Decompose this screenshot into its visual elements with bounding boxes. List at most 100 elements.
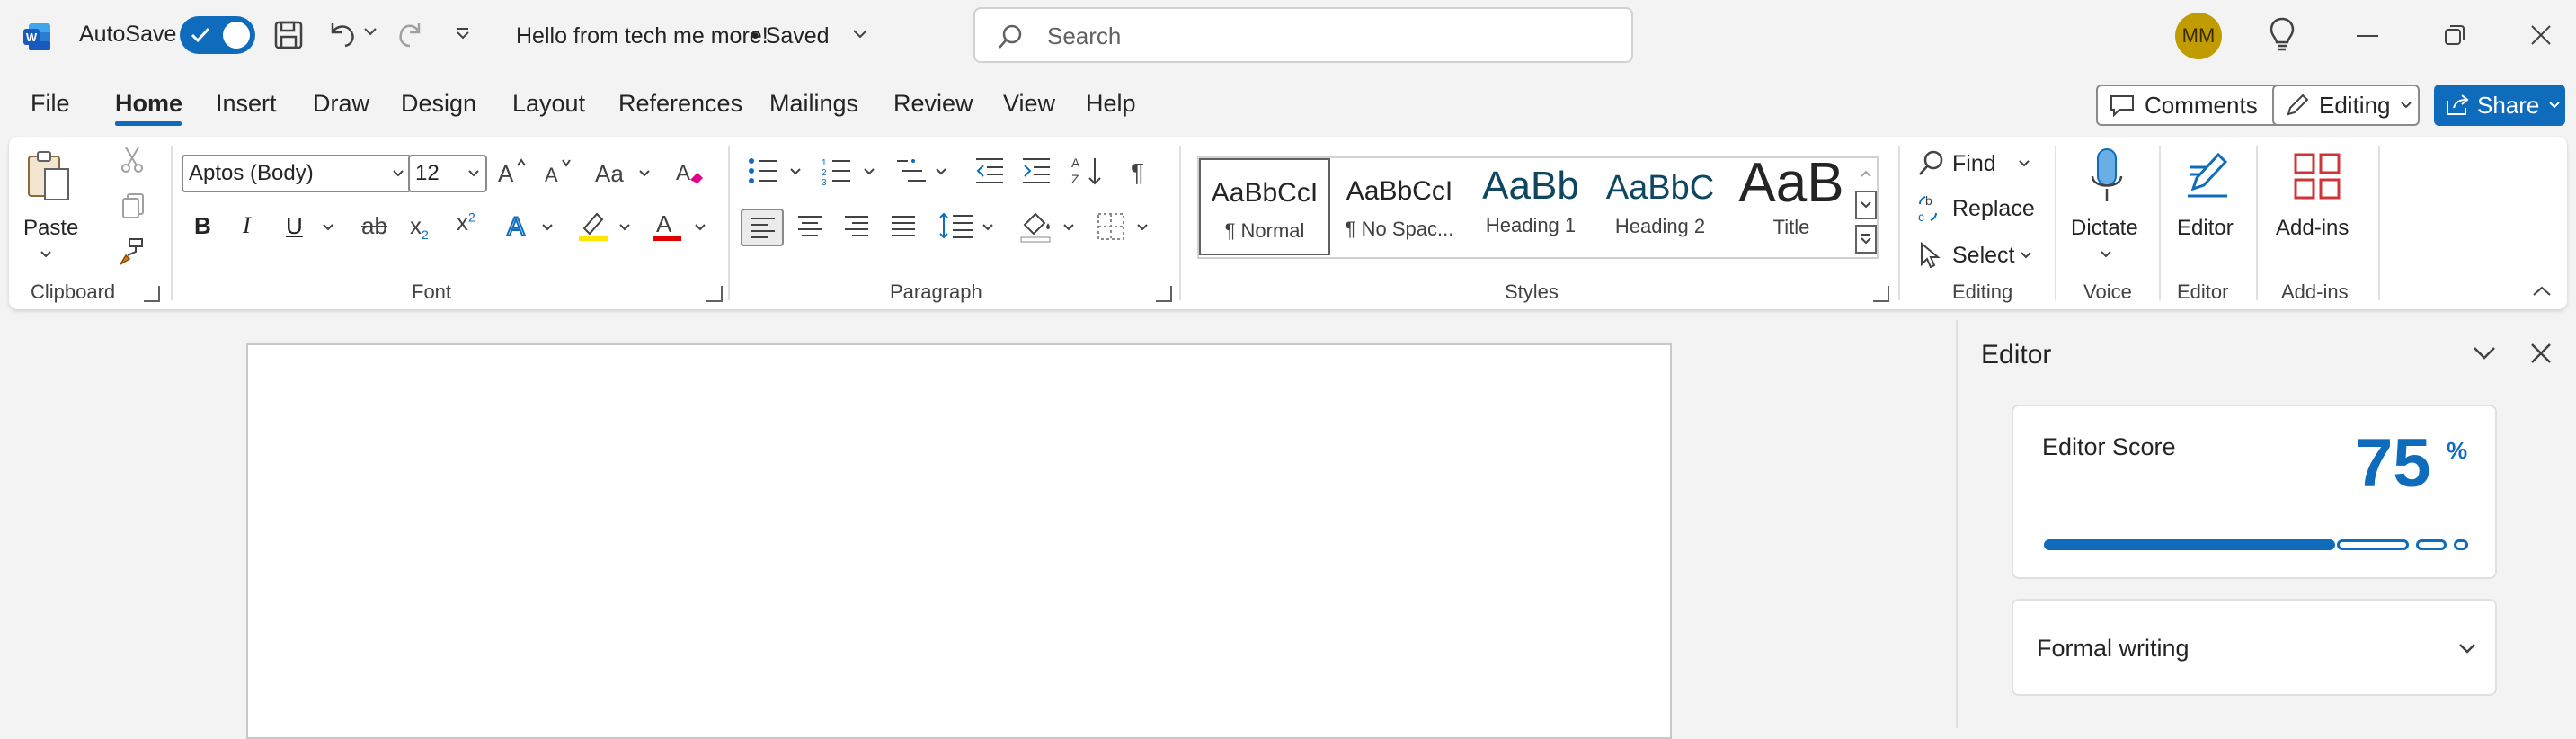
dictate-button[interactable]: Dictate <box>2067 144 2146 270</box>
paragraph-group-label: Paragraph <box>890 280 982 303</box>
shrink-font-icon[interactable]: A <box>543 156 575 189</box>
decrease-indent-icon[interactable] <box>974 156 1005 185</box>
save-icon[interactable] <box>273 20 304 50</box>
align-right-icon[interactable] <box>843 214 870 239</box>
format-painter-icon[interactable] <box>117 236 147 266</box>
chevron-down-icon[interactable] <box>1062 223 1075 232</box>
tab-file[interactable]: File <box>31 90 70 118</box>
font-launcher-icon[interactable] <box>706 286 723 302</box>
chevron-down-icon[interactable] <box>982 223 994 232</box>
strikethrough-button[interactable]: ab <box>361 212 387 240</box>
editor-group-label: Editor <box>2177 280 2229 303</box>
find-label: Find <box>1952 150 1996 176</box>
tab-draw[interactable]: Draw <box>313 90 369 118</box>
text-effects-icon[interactable]: A <box>505 209 536 241</box>
superscript-button[interactable]: x2 <box>457 209 475 236</box>
addins-button[interactable]: Add-ins <box>2272 144 2362 270</box>
chevron-down-icon[interactable] <box>935 167 947 176</box>
tab-review[interactable]: Review <box>893 90 973 118</box>
justify-icon[interactable] <box>890 214 917 239</box>
collapse-ribbon-icon[interactable] <box>2531 284 2553 298</box>
chevron-down-icon[interactable] <box>618 223 631 232</box>
tab-help[interactable]: Help <box>1086 90 1136 118</box>
tab-home[interactable]: Home <box>115 90 182 118</box>
grow-font-icon[interactable]: A <box>496 156 529 189</box>
tab-layout[interactable]: Layout <box>512 90 585 118</box>
autosave-toggle[interactable] <box>180 16 255 54</box>
font-size-combo[interactable]: 12 <box>408 155 487 192</box>
voice-group-label: Voice <box>2083 280 2132 303</box>
search-box[interactable]: Search <box>973 7 1633 63</box>
tab-design[interactable]: Design <box>401 90 476 118</box>
chevron-down-icon[interactable] <box>694 223 706 232</box>
style-heading-2[interactable]: AaBbC Heading 2 <box>1594 156 1726 255</box>
highlight-icon[interactable] <box>577 209 609 243</box>
show-formatting-marks-icon[interactable]: ¶ <box>1131 158 1144 187</box>
editing-mode-button[interactable]: Editing <box>2272 85 2420 126</box>
svg-text:A: A <box>545 164 558 186</box>
multilevel-list-icon[interactable] <box>895 156 928 185</box>
styles-scroll-up-icon[interactable] <box>1855 158 1877 189</box>
chevron-down-icon[interactable] <box>541 223 554 232</box>
align-left-button[interactable] <box>741 209 784 246</box>
underline-button[interactable]: U <box>286 212 303 240</box>
avatar[interactable]: MM <box>2175 13 2222 59</box>
chevron-down-icon[interactable] <box>1136 223 1149 232</box>
tab-references[interactable]: References <box>618 90 742 118</box>
copy-icon[interactable] <box>120 192 146 219</box>
chevron-down-icon[interactable] <box>789 167 802 176</box>
editor-button[interactable]: Editor <box>2172 144 2243 270</box>
font-name-combo[interactable]: Aptos (Body) <box>182 155 412 192</box>
clear-formatting-icon[interactable]: A <box>674 156 706 189</box>
find-button[interactable]: Find <box>1916 146 2030 182</box>
styles-launcher-icon[interactable] <box>1873 286 1889 302</box>
style-heading-1[interactable]: AaBb Heading 1 <box>1465 156 1596 255</box>
undo-dropdown-icon[interactable] <box>363 27 378 36</box>
increase-indent-icon[interactable] <box>1021 156 1052 185</box>
chevron-down-icon[interactable] <box>863 167 875 176</box>
select-button[interactable]: Select <box>1916 237 2032 273</box>
restore-icon[interactable] <box>2443 23 2466 47</box>
tab-insert[interactable]: Insert <box>216 90 277 118</box>
title-dropdown-icon[interactable] <box>852 29 868 40</box>
document-page[interactable] <box>246 343 1672 739</box>
style-no-spacing[interactable]: AaBbCcI ¶ No Spac... <box>1334 156 1465 255</box>
tab-mailings[interactable]: Mailings <box>769 90 858 118</box>
paragraph-launcher-icon[interactable] <box>1156 286 1172 302</box>
sort-icon[interactable]: AZ <box>1071 155 1104 187</box>
share-button[interactable]: Share <box>2434 85 2565 126</box>
pane-options-chevron-icon[interactable] <box>2472 345 2497 361</box>
undo-icon[interactable] <box>325 18 358 50</box>
line-spacing-icon[interactable] <box>938 210 974 241</box>
subscript-button[interactable]: x2 <box>410 212 429 242</box>
styles-scroll-down-icon[interactable] <box>1855 191 1877 219</box>
font-color-icon[interactable]: A <box>651 209 683 243</box>
align-center-icon[interactable] <box>796 214 823 239</box>
style-normal[interactable]: AaBbCcI ¶ Normal <box>1199 158 1330 255</box>
replace-button[interactable]: bc Replace <box>1916 191 2035 227</box>
editor-score-card[interactable]: Editor Score 75 % <box>2012 405 2497 579</box>
change-case-button[interactable]: Aa <box>595 160 650 188</box>
bold-button[interactable]: B <box>194 212 211 240</box>
shading-icon[interactable] <box>1019 209 1052 243</box>
italic-button[interactable]: I <box>243 212 251 239</box>
clipboard-launcher-icon[interactable] <box>144 286 160 302</box>
close-window-icon[interactable] <box>2529 23 2553 47</box>
styles-more-icon[interactable] <box>1855 225 1877 254</box>
numbering-icon[interactable]: 123 <box>822 156 854 185</box>
document-title[interactable]: Hello from tech me more! <box>516 23 768 49</box>
chevron-down-icon <box>393 170 404 177</box>
bullets-icon[interactable] <box>748 156 780 185</box>
cut-icon[interactable] <box>120 146 144 173</box>
customize-qat-icon[interactable] <box>455 27 471 40</box>
close-pane-icon[interactable] <box>2529 342 2553 365</box>
style-title[interactable]: AaB Title <box>1726 156 1857 255</box>
lightbulb-icon[interactable] <box>2269 16 2296 52</box>
writing-mode-dropdown[interactable]: Formal writing <box>2012 599 2497 696</box>
paste-button[interactable]: Paste <box>20 144 78 270</box>
minimize-icon[interactable] <box>2357 34 2378 38</box>
redo-icon[interactable] <box>395 18 428 50</box>
chevron-down-icon[interactable] <box>322 223 334 232</box>
tab-view[interactable]: View <box>1003 90 1055 118</box>
borders-icon[interactable] <box>1097 212 1125 241</box>
